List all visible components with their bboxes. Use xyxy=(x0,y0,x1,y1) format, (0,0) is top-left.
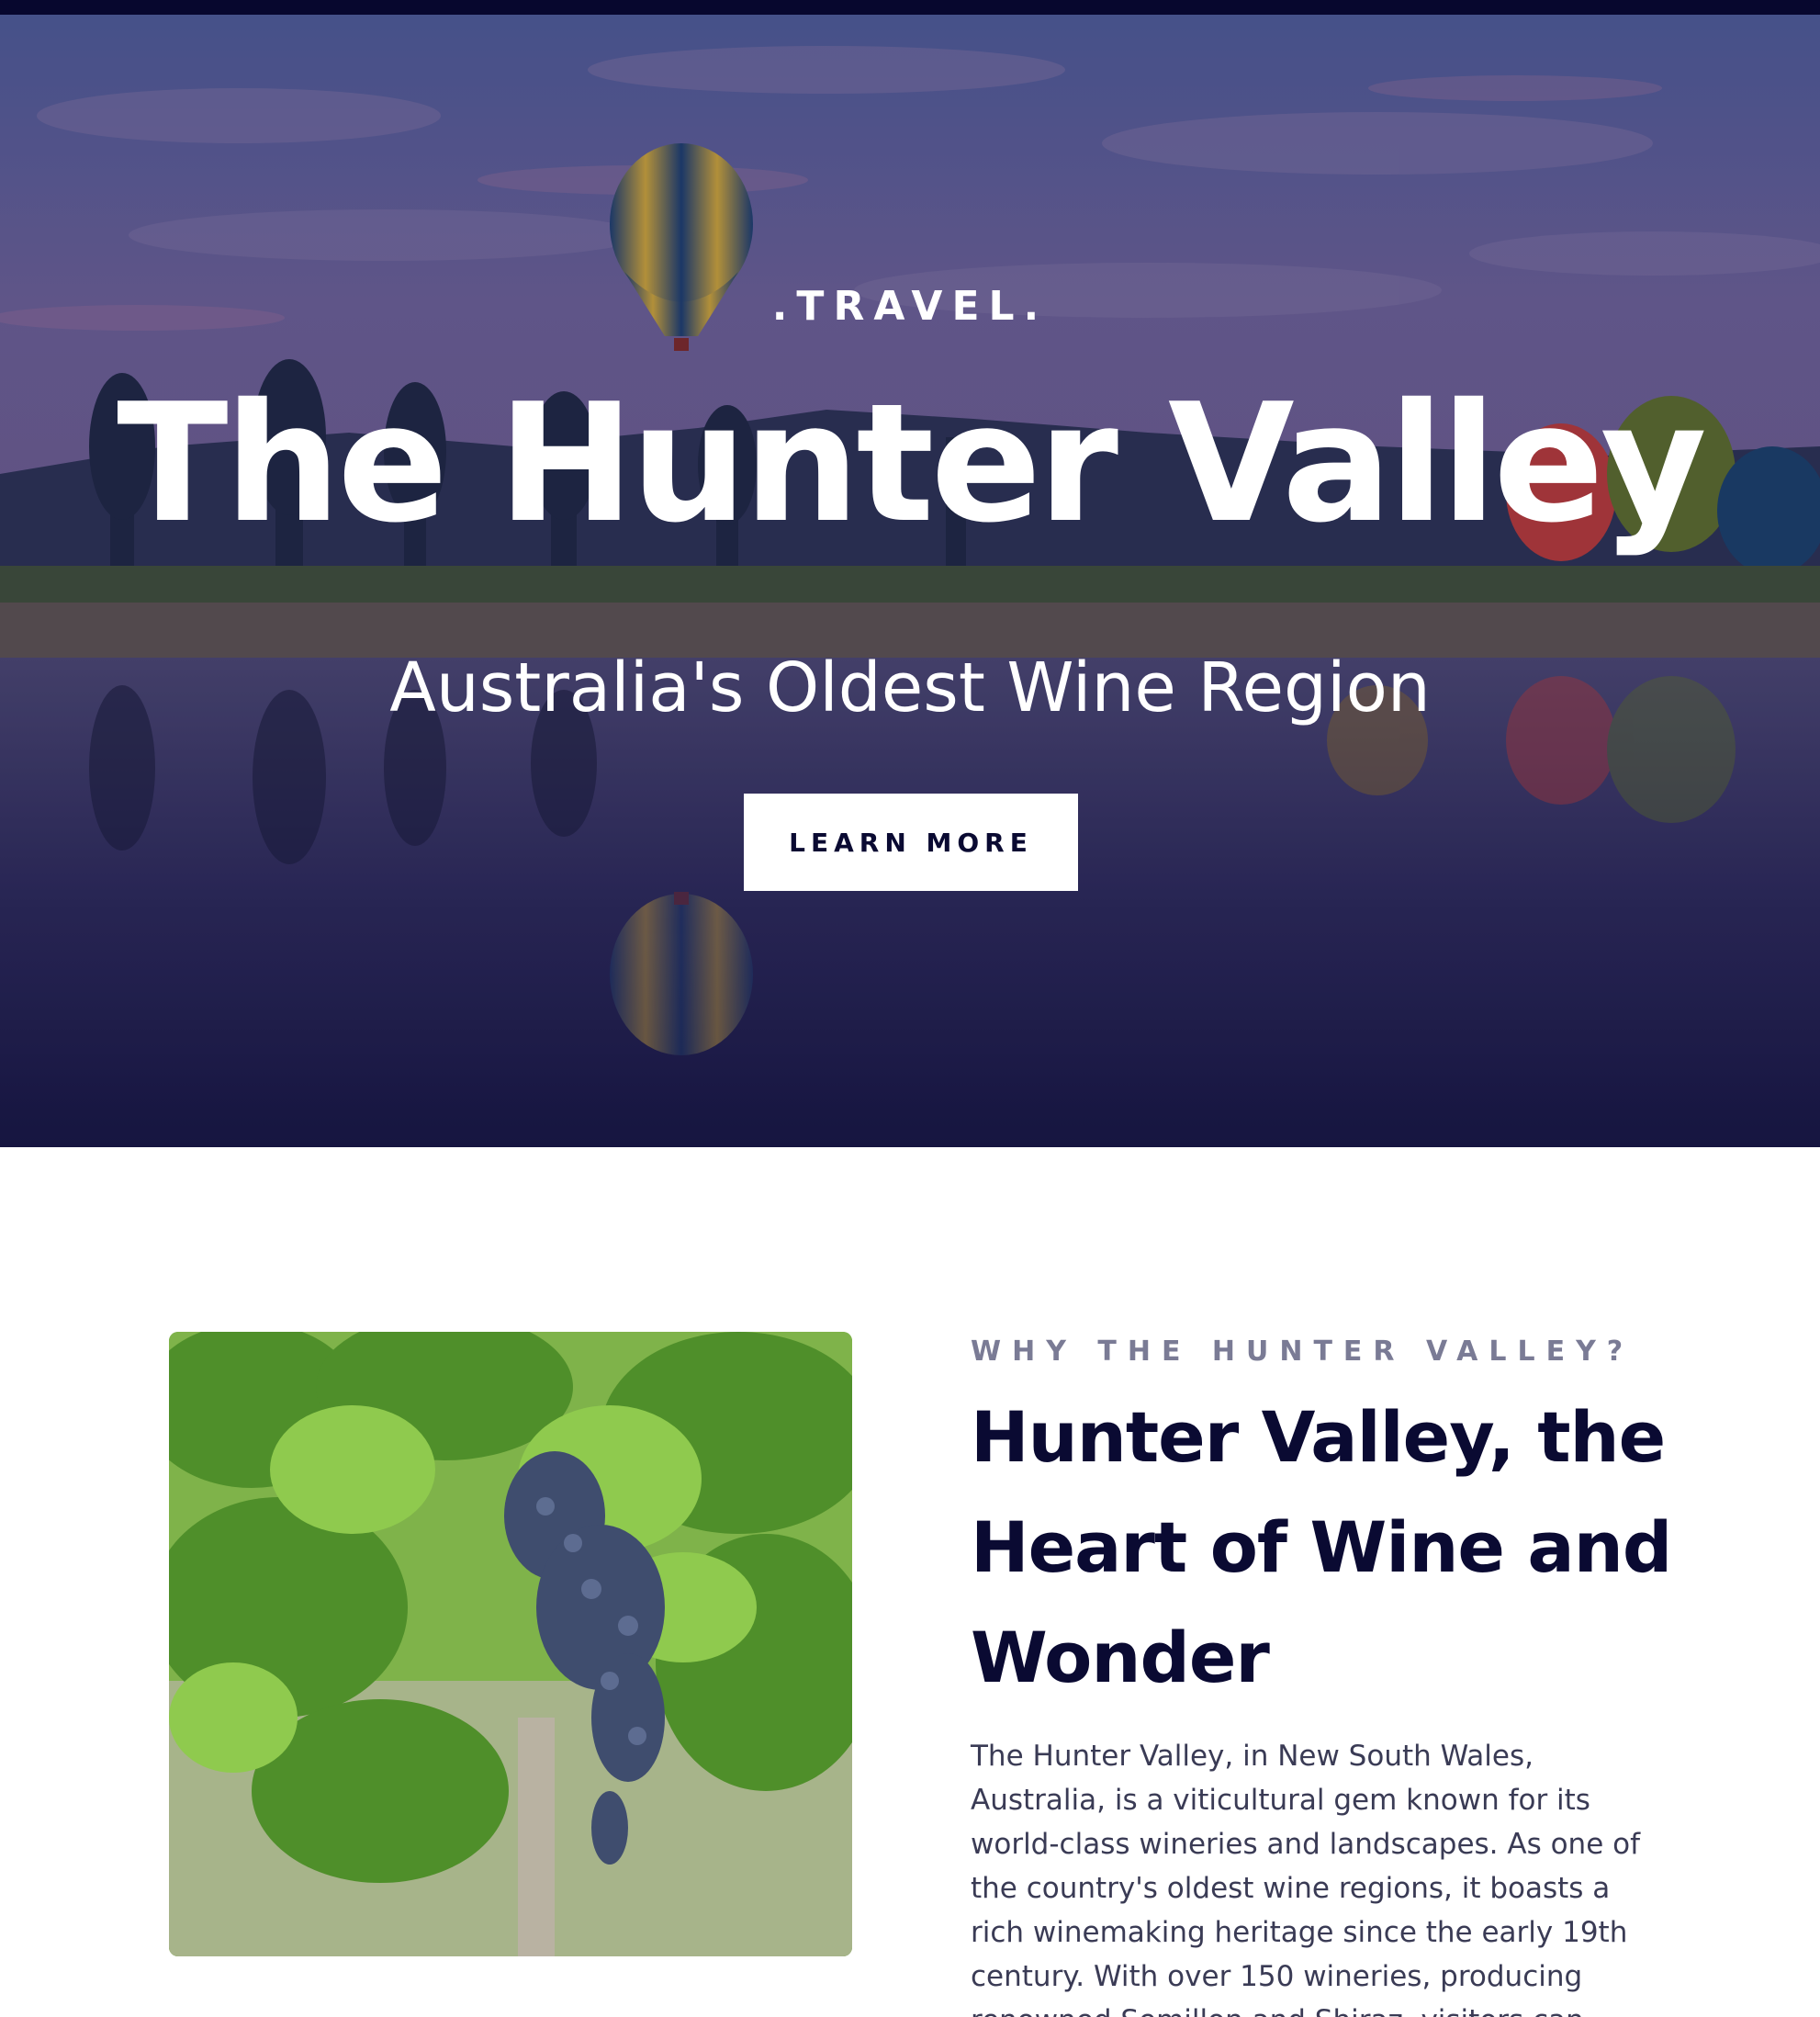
hero-tagline: .TRAVEL. xyxy=(771,283,1049,330)
hero-subtitle: Australia's Oldest Wine Region xyxy=(389,648,1431,727)
top-bar xyxy=(0,0,1820,15)
grape-vines-illustration xyxy=(169,1332,852,1956)
hero-overlay xyxy=(0,15,1820,1147)
section-body-text: The Hunter Valley, in New South Wales, A… xyxy=(971,1740,1641,2017)
section-heading: Hunter Valley, the Heart of Wine and Won… xyxy=(971,1396,1672,1698)
grape-vines-image xyxy=(169,1332,852,1956)
hero-section: .TRAVEL. The Hunter Valley Australia's O… xyxy=(0,15,1820,1147)
learn-more-button[interactable]: LEARN MORE xyxy=(744,794,1078,891)
hero-title: The Hunter Valley xyxy=(117,368,1707,558)
section-kicker: WHY THE HUNTER VALLEY? xyxy=(971,1335,1635,1368)
